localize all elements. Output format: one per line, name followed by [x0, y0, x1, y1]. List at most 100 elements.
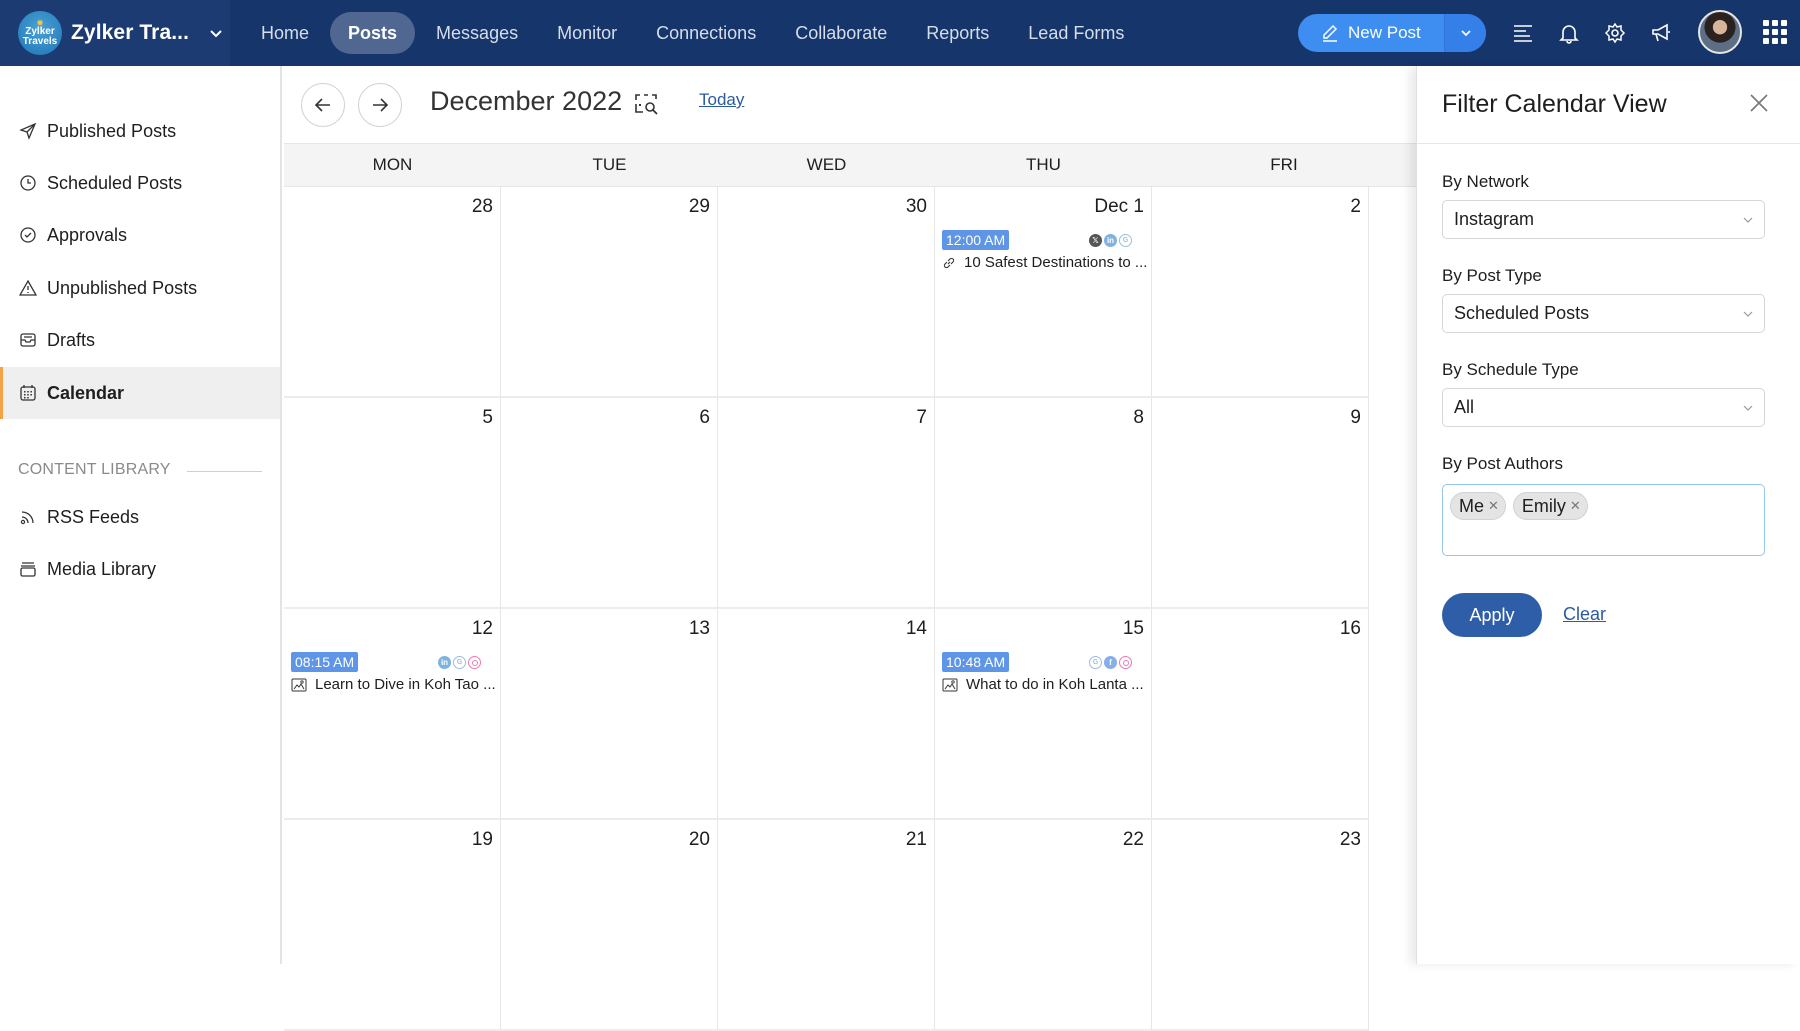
section-label: CONTENT LIBRARY	[18, 461, 171, 478]
calendar-day-cell[interactable]: 13	[501, 609, 718, 820]
post-time-badge: 12:00 AM	[942, 230, 1010, 250]
previous-month-button[interactable]	[301, 83, 345, 127]
sidebar-item-media-library[interactable]: Media Library	[0, 543, 280, 595]
month-title: December 2022	[430, 86, 623, 116]
bell-icon[interactable]	[1554, 18, 1584, 48]
post-time-badge: 10:48 AM	[942, 652, 1010, 672]
post-authors-input[interactable]: Me ✕ Emily ✕	[1442, 484, 1765, 556]
calendar-day-cell[interactable]: 23	[1152, 820, 1369, 1031]
image-icon	[942, 678, 962, 692]
clock-icon	[18, 173, 38, 193]
sidebar-item-drafts[interactable]: Drafts	[0, 314, 280, 366]
calendar-day-cell[interactable]: 12 08:15 AM in G Learn to Dive in Koh Tao ..…	[284, 609, 501, 820]
calendar-day-cell[interactable]: 28	[284, 187, 501, 398]
calendar-day-cell[interactable]: 29	[501, 187, 718, 398]
day-number: 5	[482, 407, 493, 428]
user-avatar[interactable]	[1698, 10, 1742, 54]
calendar-day-cell[interactable]: 20	[501, 820, 718, 1031]
calendar-post[interactable]: 08:15 AM in G Learn to Dive in Koh Tao ...	[291, 652, 496, 693]
calendar-day-cell[interactable]: 5	[284, 398, 501, 609]
nav-lead-forms[interactable]: Lead Forms	[1010, 12, 1142, 54]
google-business-icon: G	[1119, 234, 1132, 247]
chevron-down-icon[interactable]	[209, 26, 223, 40]
calendar-day-cell[interactable]: 6	[501, 398, 718, 609]
calendar-post[interactable]: 12:00 AM 𝕏in G 10 Safest Destinations to ..…	[942, 230, 1147, 271]
day-number: 14	[905, 618, 927, 639]
calendar-day-cell[interactable]: 16	[1152, 609, 1369, 820]
brand-switcher[interactable]: ✹ Zylker Travels Zylker Tra...	[0, 0, 230, 66]
sidebar-item-calendar[interactable]: Calendar	[0, 367, 280, 419]
calendar-day-cell[interactable]: 2	[1152, 187, 1369, 398]
chevron-down-icon	[1460, 30, 1471, 37]
remove-chip-icon[interactable]: ✕	[1570, 498, 1581, 514]
today-link[interactable]: Today	[699, 90, 744, 110]
sidebar-item-published-posts[interactable]: Published Posts	[0, 105, 280, 157]
google-business-icon: G	[453, 656, 466, 669]
calendar-day-cell[interactable]: 21	[718, 820, 935, 1031]
link-icon	[942, 256, 960, 270]
calendar-post[interactable]: 10:48 AM Gf What to do in Koh Lanta ...	[942, 652, 1144, 693]
nav-connections[interactable]: Connections	[638, 12, 774, 54]
weekday-header: MON	[284, 143, 501, 187]
check-circle-icon	[18, 225, 38, 245]
day-number: 2	[1350, 196, 1361, 217]
apply-button[interactable]: Apply	[1442, 593, 1542, 637]
sidebar-item-approvals[interactable]: Approvals	[0, 209, 280, 261]
panel-header: Filter Calendar View	[1417, 66, 1800, 144]
sidebar-item-label: Unpublished Posts	[47, 277, 198, 298]
schedule-type-label: By Schedule Type	[1442, 360, 1579, 379]
nav-posts[interactable]: Posts	[330, 12, 416, 54]
calendar-day-cell[interactable]: 9	[1152, 398, 1369, 609]
sidebar-item-rss-feeds[interactable]: RSS Feeds	[0, 491, 280, 543]
nav-messages[interactable]: Messages	[418, 12, 536, 54]
calendar-day-cell[interactable]: 7	[718, 398, 935, 609]
calendar-day-cell[interactable]: 19	[284, 820, 501, 1031]
sidebar-item-label: RSS Feeds	[47, 506, 140, 527]
sidebar: Published Posts Scheduled Posts Approval…	[0, 66, 282, 964]
calendar-day-cell[interactable]: 22	[935, 820, 1152, 1031]
network-value: Instagram	[1454, 209, 1535, 229]
sidebar-item-unpublished-posts[interactable]: Unpublished Posts	[0, 262, 280, 314]
nav-monitor[interactable]: Monitor	[539, 12, 635, 54]
warning-icon	[18, 278, 38, 298]
nav-reports[interactable]: Reports	[908, 12, 1007, 54]
calendar-day-cell[interactable]: 30	[718, 187, 935, 398]
post-title-row: 10 Safest Destinations to ...	[942, 254, 1147, 271]
schedule-type-select[interactable]: All	[1442, 388, 1765, 427]
calendar-day-cell[interactable]: 15 10:48 AM Gf What to do in Koh Lanta ...	[935, 609, 1152, 820]
gear-icon[interactable]	[1600, 18, 1630, 48]
calendar-day-cell[interactable]: 8	[935, 398, 1152, 609]
brand-name: Zylker Tra...	[71, 21, 190, 44]
post-authors-label: By Post Authors	[1442, 454, 1563, 473]
calendar-search-icon[interactable]	[632, 90, 660, 118]
nav-collaborate[interactable]: Collaborate	[777, 12, 905, 54]
network-select[interactable]: Instagram	[1442, 200, 1765, 239]
nav-home[interactable]: Home	[243, 12, 327, 54]
megaphone-icon[interactable]	[1646, 18, 1676, 48]
new-post-dropdown-button[interactable]	[1444, 14, 1486, 52]
list-icon[interactable]	[1508, 18, 1538, 48]
day-number: 13	[688, 618, 710, 639]
apps-grid-icon[interactable]	[1763, 20, 1787, 44]
remove-chip-icon[interactable]: ✕	[1488, 498, 1499, 514]
day-number: 19	[471, 829, 493, 850]
calendar-day-cell[interactable]: Dec 1 12:00 AM 𝕏in G 10 Safest Destinations …	[935, 187, 1152, 398]
x-twitter-icon: 𝕏	[1089, 234, 1102, 247]
post-type-label: By Post Type	[1442, 266, 1542, 285]
next-month-button[interactable]	[358, 83, 402, 127]
post-title-row: Learn to Dive in Koh Tao ...	[291, 676, 496, 693]
new-post-button[interactable]: New Post	[1298, 14, 1444, 52]
calendar-day-cell[interactable]: 14	[718, 609, 935, 820]
close-icon[interactable]	[1748, 92, 1770, 114]
clear-link[interactable]: Clear	[1563, 604, 1606, 625]
paper-plane-icon	[18, 121, 38, 141]
pencil-icon	[1323, 24, 1338, 42]
post-time-badge: 08:15 AM	[291, 652, 359, 672]
filter-calendar-panel: Filter Calendar View By Network Instagra…	[1416, 66, 1800, 964]
post-type-select[interactable]: Scheduled Posts	[1442, 294, 1765, 333]
sidebar-item-scheduled-posts[interactable]: Scheduled Posts	[0, 157, 280, 209]
linkedin-icon: in	[438, 656, 451, 669]
sidebar-item-label: Scheduled Posts	[47, 172, 183, 193]
day-number: 6	[699, 407, 710, 428]
facebook-icon: f	[1104, 656, 1117, 669]
